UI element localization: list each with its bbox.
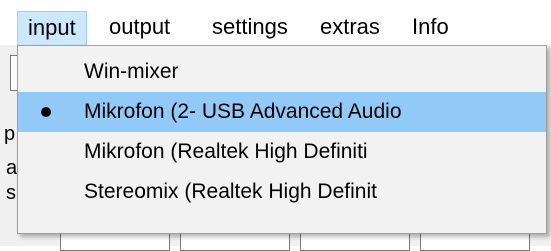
menu-input[interactable]: input: [17, 11, 87, 45]
dropdown-item-win-mixer[interactable]: Win-mixer: [18, 52, 546, 92]
dropdown-item-label: Win-mixer: [84, 60, 179, 83]
background-field: [60, 231, 170, 251]
dropdown-item-realtek-stereomix[interactable]: Stereomix (Realtek High Definit: [18, 172, 546, 212]
input-dropdown-menu: Win-mixer Mikrofon (2- USB Advanced Audi…: [17, 45, 547, 234]
background-label-fragment: a: [6, 157, 18, 179]
menu-extras[interactable]: extras: [310, 11, 390, 45]
dropdown-item-usb-advanced-audio[interactable]: Mikrofon (2- USB Advanced Audio: [18, 92, 546, 132]
menu-info[interactable]: Info: [402, 11, 459, 45]
menu-bar: input output settings extras Info: [0, 0, 551, 45]
dropdown-item-realtek-mikrofon[interactable]: Mikrofon (Realtek High Definiti: [18, 132, 546, 172]
selected-bullet-icon: [41, 107, 51, 117]
background-field: [180, 231, 290, 251]
menu-settings[interactable]: settings: [202, 11, 298, 45]
dropdown-item-label: Mikrofon (Realtek High Definiti: [84, 140, 368, 163]
menu-output[interactable]: output: [99, 11, 180, 45]
dropdown-item-label: Stereomix (Realtek High Definit: [84, 180, 377, 203]
background-label-fragment: p: [4, 123, 16, 145]
background-field: [300, 231, 410, 251]
dropdown-item-label: Mikrofon (2- USB Advanced Audio: [84, 100, 402, 123]
background-field: [420, 231, 530, 251]
background-label-fragment: s: [6, 182, 16, 204]
